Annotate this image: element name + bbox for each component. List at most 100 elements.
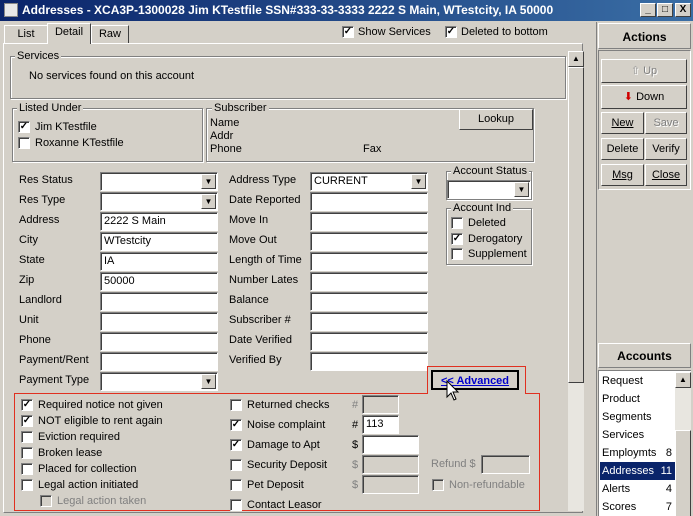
city-field[interactable]: WTestcity — [100, 232, 218, 251]
noise-complaint-field[interactable]: 113 — [362, 415, 399, 434]
lookup-button[interactable]: Lookup — [459, 109, 533, 130]
accounts-item-product[interactable]: Product — [600, 390, 676, 408]
security-deposit-checkbox[interactable] — [230, 459, 242, 471]
chevron-down-icon[interactable]: ▼ — [201, 374, 216, 389]
address-type-value: CURRENT — [314, 175, 368, 187]
damage-to-apt-field[interactable] — [362, 435, 419, 454]
minimize-button[interactable]: _ — [640, 3, 656, 17]
pet-deposit-field — [362, 475, 419, 494]
accounts-item-segments[interactable]: Segments — [600, 408, 676, 426]
payment-type-label: Payment Type — [19, 374, 90, 386]
chevron-down-icon[interactable]: ▼ — [201, 194, 216, 209]
chevron-down-icon[interactable]: ▼ — [514, 182, 529, 197]
show-services-label: Show Services — [358, 26, 431, 38]
length-of-time-field[interactable] — [310, 252, 428, 271]
move-in-field[interactable] — [310, 212, 428, 231]
address-type-field[interactable]: CURRENT ▼ — [310, 172, 428, 191]
listed-under-checkbox-roxanne[interactable] — [18, 137, 30, 149]
tab-detail[interactable]: Detail — [47, 23, 91, 44]
verified-by-field[interactable] — [310, 352, 428, 371]
close-button[interactable]: Close — [645, 164, 687, 186]
close-window-button[interactable]: X — [675, 3, 691, 17]
scroll-thumb[interactable] — [568, 67, 584, 383]
zip-field[interactable]: 50000 — [100, 272, 218, 291]
phone-field[interactable] — [100, 332, 218, 351]
refund-label: Refund $ — [431, 458, 476, 470]
contact-leasor-checkbox[interactable] — [230, 499, 242, 511]
tab-list[interactable]: List — [4, 25, 48, 44]
app-icon — [4, 3, 18, 17]
accounts-item-scores[interactable]: Scores 7 — [600, 498, 676, 516]
account-ind-title: Account Ind — [451, 202, 514, 214]
res-type-field[interactable]: ▼ — [100, 192, 218, 211]
date-reported-field[interactable] — [310, 192, 428, 211]
returned-checks-prefix: # — [352, 399, 359, 411]
landlord-field[interactable] — [100, 292, 218, 311]
accounts-item-label: Segments — [602, 411, 652, 423]
pet-deposit-prefix: $ — [352, 479, 359, 491]
advanced-button[interactable]: << Advanced — [431, 370, 519, 390]
save-button[interactable]: Save — [645, 112, 687, 134]
chevron-down-icon[interactable]: ▼ — [411, 174, 426, 189]
accounts-item-count: 7 — [665, 501, 672, 513]
accounts-item-alerts[interactable]: Alerts 4 — [600, 480, 676, 498]
show-services-checkbox[interactable]: ✓ — [342, 26, 354, 38]
res-status-field[interactable]: ▼ — [100, 172, 218, 191]
number-lates-field[interactable] — [310, 272, 428, 291]
down-button[interactable]: ⬇ Down — [601, 85, 687, 109]
new-button[interactable]: New — [601, 112, 644, 134]
accounts-item-employmts[interactable]: Employmts 8 — [600, 444, 676, 462]
account-ind-checkbox-deleted[interactable] — [451, 217, 463, 229]
state-label: State — [19, 254, 45, 266]
legal-action-taken-checkbox — [40, 495, 52, 507]
scroll-up-icon[interactable]: ▲ — [568, 51, 584, 67]
tab-raw[interactable]: Raw — [91, 25, 129, 44]
msg-button[interactable]: Msg — [601, 164, 644, 186]
restore-button[interactable]: □ — [657, 3, 673, 17]
state-field[interactable]: IA — [100, 252, 218, 271]
payment-rent-field[interactable] — [100, 352, 218, 371]
payment-type-field[interactable]: ▼ — [100, 372, 218, 391]
damage-to-apt-checkbox[interactable]: ✓ — [230, 439, 242, 451]
pet-deposit-checkbox[interactable] — [230, 479, 242, 491]
required-notice-not-given-checkbox[interactable]: ✓ — [21, 399, 33, 411]
broken-lease-checkbox[interactable] — [21, 447, 33, 459]
placed-for-collection-checkbox[interactable] — [21, 463, 33, 475]
noise-complaint-checkbox[interactable]: ✓ — [230, 419, 242, 431]
legal-action-taken-label: Legal action taken — [57, 495, 147, 507]
balance-field[interactable] — [310, 292, 428, 311]
accounts-scroll-track[interactable] — [675, 388, 691, 432]
accounts-item-request[interactable]: Request — [600, 372, 676, 390]
listed-under-checkbox-jim[interactable]: ✓ — [18, 121, 30, 133]
accounts-scroll-up-icon[interactable]: ▲ — [675, 372, 691, 388]
eviction-required-label: Eviction required — [38, 431, 120, 443]
returned-checks-checkbox[interactable] — [230, 399, 242, 411]
eviction-required-checkbox[interactable] — [21, 431, 33, 443]
up-button[interactable]: ⇧ Up — [601, 59, 687, 83]
date-verified-field[interactable] — [310, 332, 428, 351]
returned-checks-field — [362, 395, 399, 414]
not-eligible-to-rent-again-checkbox[interactable]: ✓ — [21, 415, 33, 427]
account-ind-checkbox-supplement[interactable] — [451, 248, 463, 260]
account-ind-checkbox-derogatory[interactable]: ✓ — [451, 233, 463, 245]
account-ind-label-deleted: Deleted — [468, 217, 506, 229]
accounts-item-services[interactable]: Services — [600, 426, 676, 444]
accounts-item-label: Product — [602, 393, 640, 405]
account-ind-label-derogatory: Derogatory — [468, 233, 523, 245]
unit-field[interactable] — [100, 312, 218, 331]
subscriber--field[interactable] — [310, 312, 428, 331]
verify-button[interactable]: Verify — [645, 138, 687, 160]
accounts-scroll-thumb[interactable] — [675, 430, 691, 516]
account-status-select[interactable]: ▼ — [447, 180, 531, 199]
subscriber-title: Subscriber — [212, 102, 269, 114]
listed-under-label-jim: Jim KTestfile — [35, 121, 97, 133]
legal-action-initiated-checkbox[interactable] — [21, 479, 33, 491]
address-field[interactable]: 2222 S Main — [100, 212, 218, 231]
accounts-item-label: Addresses — [602, 465, 654, 477]
actions-title: Actions — [598, 23, 691, 49]
delete-button[interactable]: Delete — [601, 138, 644, 160]
deleted-to-bottom-checkbox[interactable]: ✓ — [445, 26, 457, 38]
chevron-down-icon[interactable]: ▼ — [201, 174, 216, 189]
accounts-item-addresses[interactable]: Addresses 11 — [600, 462, 676, 480]
move-out-field[interactable] — [310, 232, 428, 251]
